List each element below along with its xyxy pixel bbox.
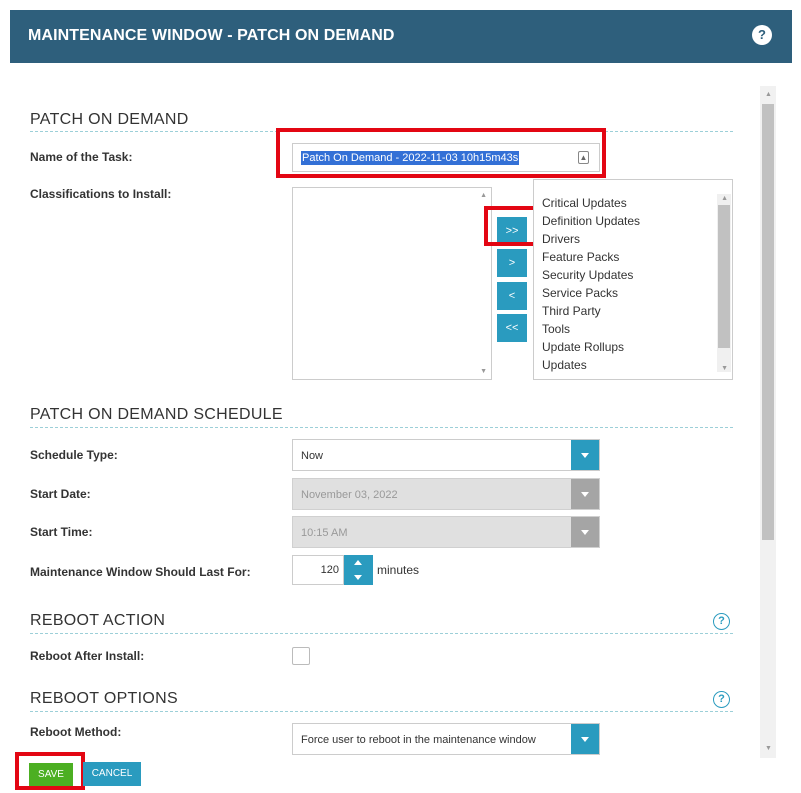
reboot-method-value: Force user to reboot in the maintenance … xyxy=(301,734,536,746)
add-button[interactable]: > xyxy=(497,249,527,277)
help-icon[interactable]: ? xyxy=(752,25,772,45)
available-classifications-list[interactable]: Critical Updates Definition Updates Driv… xyxy=(533,179,733,380)
start-time-select: 10:15 AM xyxy=(292,516,600,548)
dialog-title: MAINTENANCE WINDOW - PATCH ON DEMAND xyxy=(28,27,395,44)
task-name-label: Name of the Task: xyxy=(30,150,133,164)
chevron-down-icon xyxy=(571,517,599,547)
scroll-up-arrow-icon[interactable]: ▲ xyxy=(480,192,487,199)
schedule-type-label: Schedule Type: xyxy=(30,448,118,462)
section-title-schedule: PATCH ON DEMAND SCHEDULE xyxy=(30,406,283,423)
duration-label: Maintenance Window Should Last For: xyxy=(30,565,251,579)
help-icon[interactable]: ? xyxy=(713,613,730,630)
page-scrollbar-thumb[interactable] xyxy=(762,104,774,540)
remove-button[interactable]: < xyxy=(497,282,527,310)
duration-input[interactable]: 120 xyxy=(292,555,344,585)
start-time-value: 10:15 AM xyxy=(301,527,348,539)
reboot-method-select[interactable]: Force user to reboot in the maintenance … xyxy=(292,723,600,755)
section-divider xyxy=(30,427,733,428)
remove-all-button[interactable]: << xyxy=(497,314,527,342)
section-title-reboot-action: REBOOT ACTION xyxy=(30,612,166,629)
schedule-type-select[interactable]: Now xyxy=(292,439,600,471)
section-title-reboot-options: REBOOT OPTIONS xyxy=(30,690,178,707)
list-item[interactable]: Updates xyxy=(542,358,587,372)
highlight-add-all xyxy=(484,206,539,246)
start-date-value: November 03, 2022 xyxy=(301,489,398,501)
reboot-after-checkbox[interactable] xyxy=(292,647,310,665)
increment-button[interactable] xyxy=(344,555,373,570)
reboot-after-label: Reboot After Install: xyxy=(30,649,145,663)
classifications-label: Classifications to Install: xyxy=(30,187,172,201)
list-scrollbar-thumb[interactable] xyxy=(718,205,730,348)
chevron-down-icon xyxy=(571,479,599,509)
list-item[interactable]: Critical Updates xyxy=(542,196,627,210)
list-item[interactable]: Third Party xyxy=(542,304,601,318)
reboot-method-label: Reboot Method: xyxy=(30,725,122,739)
scroll-down-arrow-icon[interactable]: ▼ xyxy=(721,365,728,372)
start-date-select: November 03, 2022 xyxy=(292,478,600,510)
section-title-patch-on-demand: PATCH ON DEMAND xyxy=(30,111,189,128)
list-item[interactable]: Update Rollups xyxy=(542,340,624,354)
cancel-button[interactable]: CANCEL xyxy=(83,762,141,786)
scroll-down-arrow-icon[interactable]: ▼ xyxy=(480,368,487,375)
chevron-down-icon[interactable] xyxy=(571,724,599,754)
scroll-down-arrow-icon[interactable]: ▼ xyxy=(765,745,772,752)
duration-unit: minutes xyxy=(377,563,420,577)
section-divider xyxy=(30,711,733,712)
selected-classifications-list[interactable]: ▲ ▼ xyxy=(292,187,492,380)
start-date-label: Start Date: xyxy=(30,487,91,501)
list-item[interactable]: Drivers xyxy=(542,232,580,246)
decrement-button[interactable] xyxy=(344,570,373,585)
list-item[interactable]: Definition Updates xyxy=(542,214,640,228)
highlight-task-name xyxy=(276,128,606,178)
schedule-type-value: Now xyxy=(301,450,324,462)
help-icon[interactable]: ? xyxy=(713,691,730,708)
section-divider xyxy=(30,633,733,634)
dialog-header: MAINTENANCE WINDOW - PATCH ON DEMAND ? xyxy=(10,10,792,63)
list-item[interactable]: Tools xyxy=(542,322,570,336)
chevron-down-icon[interactable] xyxy=(571,440,599,470)
scroll-up-arrow-icon[interactable]: ▲ xyxy=(765,91,772,98)
list-item[interactable]: Security Updates xyxy=(542,268,633,282)
scroll-up-arrow-icon[interactable]: ▲ xyxy=(721,195,728,202)
list-item[interactable]: Feature Packs xyxy=(542,250,619,264)
start-time-label: Start Time: xyxy=(30,525,93,539)
list-item[interactable]: Service Packs xyxy=(542,286,618,300)
highlight-save xyxy=(15,752,85,790)
